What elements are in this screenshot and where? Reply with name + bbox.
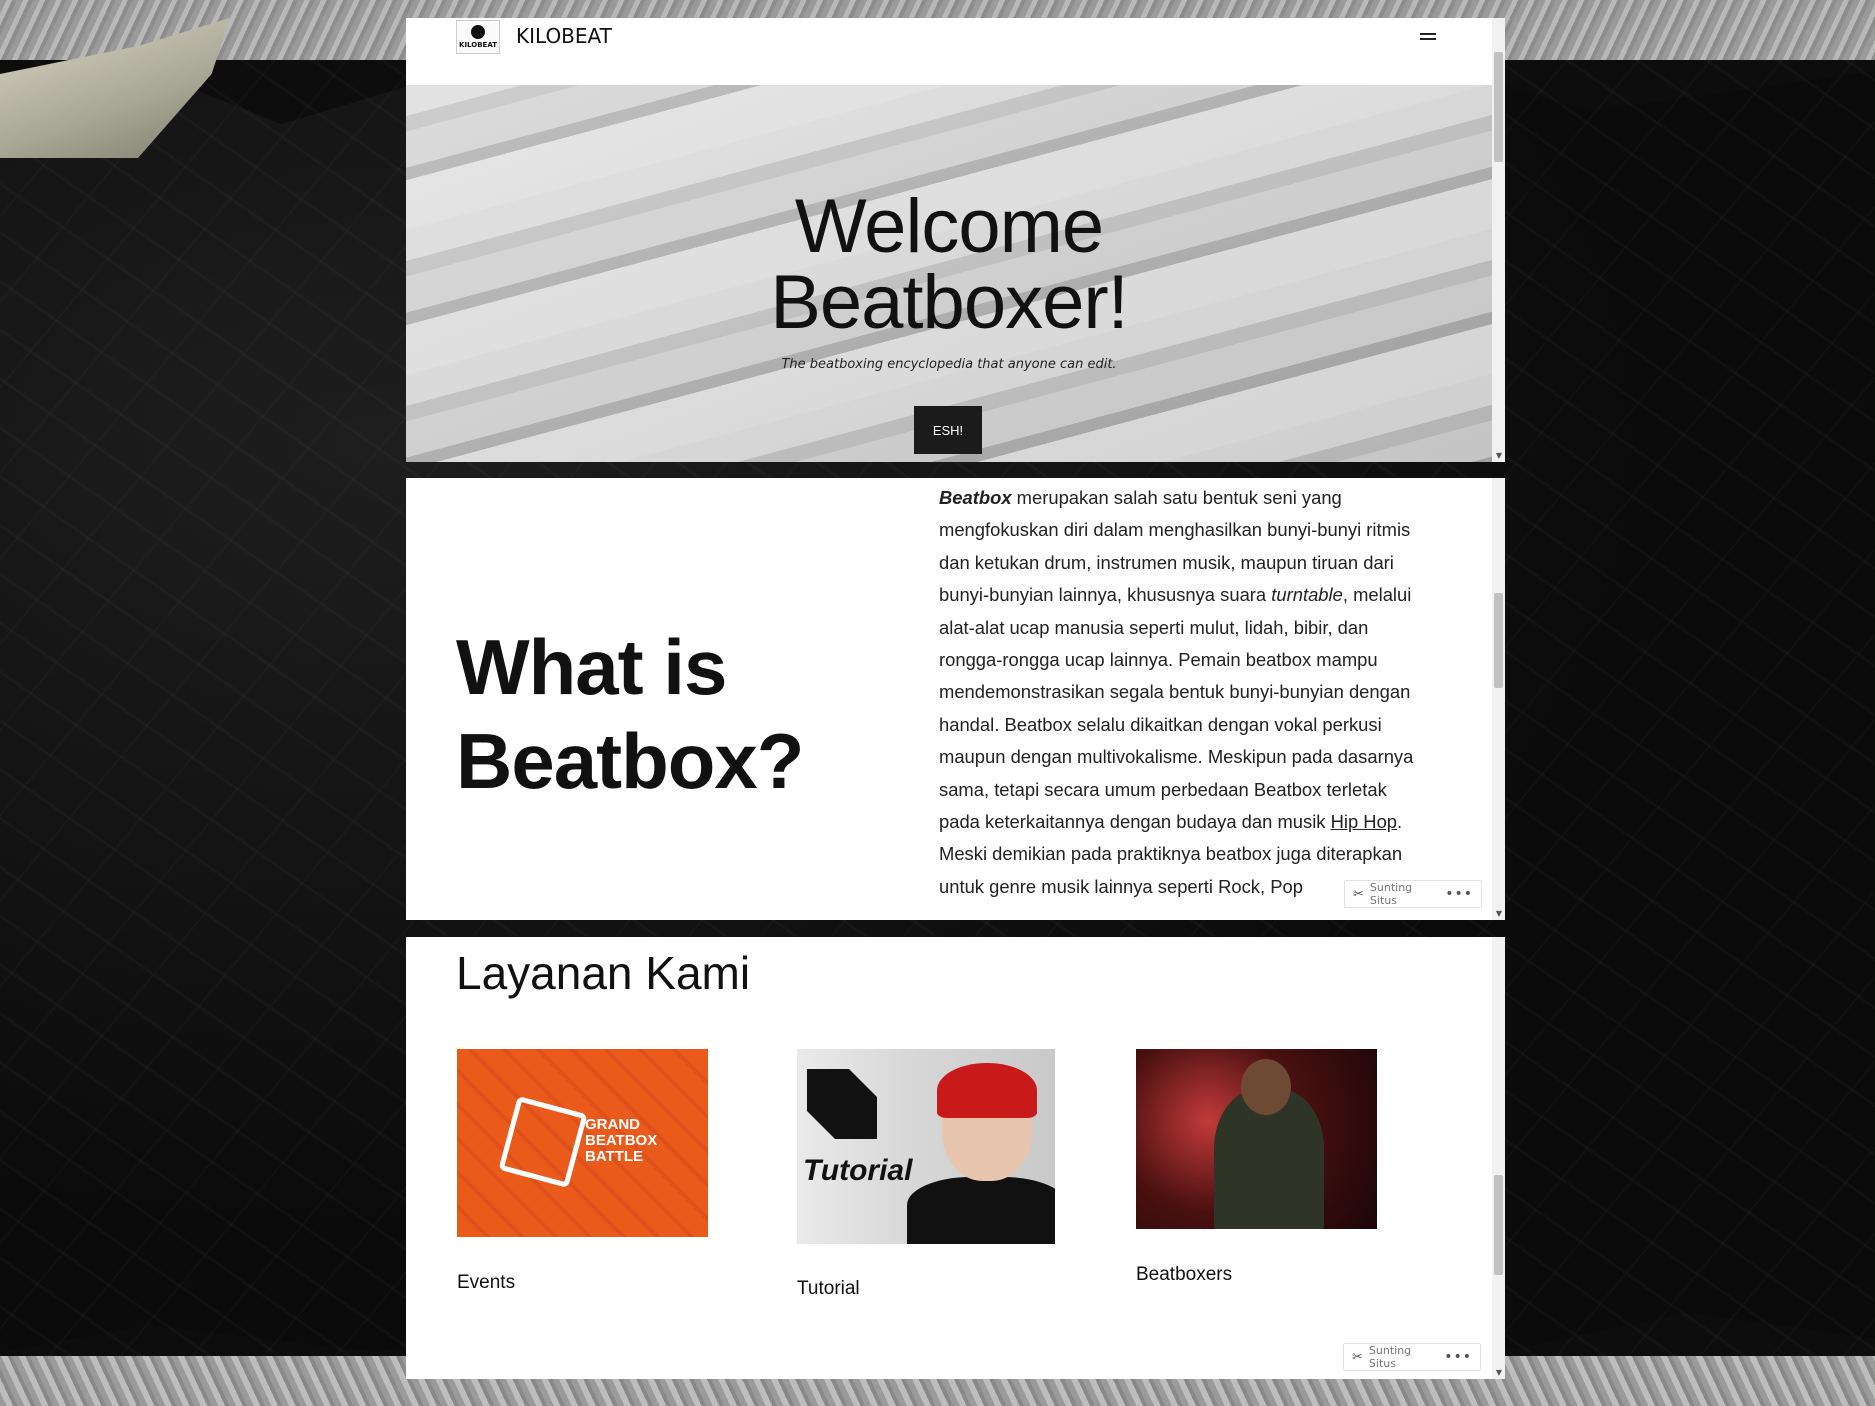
esh-button[interactable]: ESH! (914, 406, 982, 454)
scrollbar[interactable]: ▼ (1492, 478, 1505, 920)
person-shirt (907, 1177, 1055, 1244)
term-beatbox: Beatbox (939, 487, 1012, 508)
edit-site-chip[interactable]: ✂ Sunting Situs ••• (1344, 880, 1482, 908)
term-turntable: turntable (1271, 584, 1343, 606)
about-heading-line1: What is (456, 623, 727, 711)
beatboxers-image[interactable] (1136, 1049, 1377, 1229)
tutorial-image-word: Tutorial (803, 1154, 913, 1187)
about-heading: What is Beatbox? (456, 620, 804, 808)
logo-disc-icon (471, 25, 485, 39)
more-options-icon[interactable]: ••• (1445, 886, 1473, 902)
scroll-down-arrow-icon[interactable]: ▼ (1496, 452, 1502, 460)
about-panel: What is Beatbox? Beatbox merupakan salah… (406, 478, 1505, 920)
more-options-icon[interactable]: ••• (1444, 1349, 1472, 1365)
site-logo[interactable]: KILOBEAT (456, 20, 500, 54)
about-paragraph: Beatbox merupakan salah satu bentuk seni… (939, 482, 1429, 903)
scroll-down-arrow-icon[interactable]: ▼ (1496, 1369, 1502, 1377)
sx-logo-icon (807, 1069, 877, 1139)
beatboxers-label[interactable]: Beatboxers (1136, 1264, 1232, 1286)
site-header: KILOBEAT KILOBEAT (406, 18, 1492, 85)
logo-text: KILOBEAT (459, 41, 497, 49)
red-beanie (937, 1063, 1037, 1118)
tools-icon: ✂ (1353, 886, 1364, 902)
hero-panel: KILOBEAT KILOBEAT Welcome Beatboxer! The… (406, 18, 1505, 462)
edit-site-chip[interactable]: ✂ Sunting Situs ••• (1343, 1343, 1481, 1371)
gbb-logo-text: GRAND BEATBOX BATTLE (585, 1116, 658, 1165)
scrollbar-thumb[interactable] (1494, 52, 1503, 162)
hero-title-line1: Welcome (794, 184, 1104, 269)
hero-banner: Welcome Beatboxer! The beatboxing encycl… (406, 85, 1492, 462)
scrollbar-thumb[interactable] (1494, 593, 1503, 688)
paragraph-text-b: , melalui alat-alat ucap manusia seperti… (939, 584, 1414, 833)
tutorial-image[interactable]: Tutorial (797, 1049, 1055, 1244)
site-title[interactable]: KILOBEAT (516, 24, 612, 48)
scrollbar[interactable]: ▼ (1492, 18, 1505, 462)
services-title: Layanan Kami (456, 947, 751, 999)
gbb-cube-logo-icon (498, 1095, 588, 1189)
scrollbar[interactable]: ▼ (1492, 937, 1505, 1379)
beatboxer-head (1241, 1059, 1291, 1115)
edit-site-label: Sunting Situs (1369, 881, 1413, 907)
events-image[interactable]: GRAND BEATBOX BATTLE (457, 1049, 708, 1237)
about-heading-line2: Beatbox? (456, 717, 804, 805)
hero-subtitle: The beatboxing encyclopedia that anyone … (781, 357, 1117, 372)
services-panel: Layanan Kami GRAND BEATBOX BATTLE Events… (406, 937, 1505, 1379)
tools-icon: ✂ (1352, 1349, 1363, 1365)
tutorial-label[interactable]: Tutorial (797, 1278, 860, 1300)
hero-title: Welcome Beatboxer! (406, 189, 1492, 341)
scroll-down-arrow-icon[interactable]: ▼ (1496, 910, 1502, 918)
hero-title-line2: Beatboxer! (770, 260, 1129, 345)
hamburger-menu-icon[interactable] (1420, 30, 1436, 42)
edit-site-label: Sunting Situs (1368, 1344, 1412, 1370)
hip-hop-link[interactable]: Hip Hop (1331, 811, 1397, 832)
scrollbar-thumb[interactable] (1494, 1175, 1503, 1275)
events-label[interactable]: Events (457, 1272, 515, 1294)
